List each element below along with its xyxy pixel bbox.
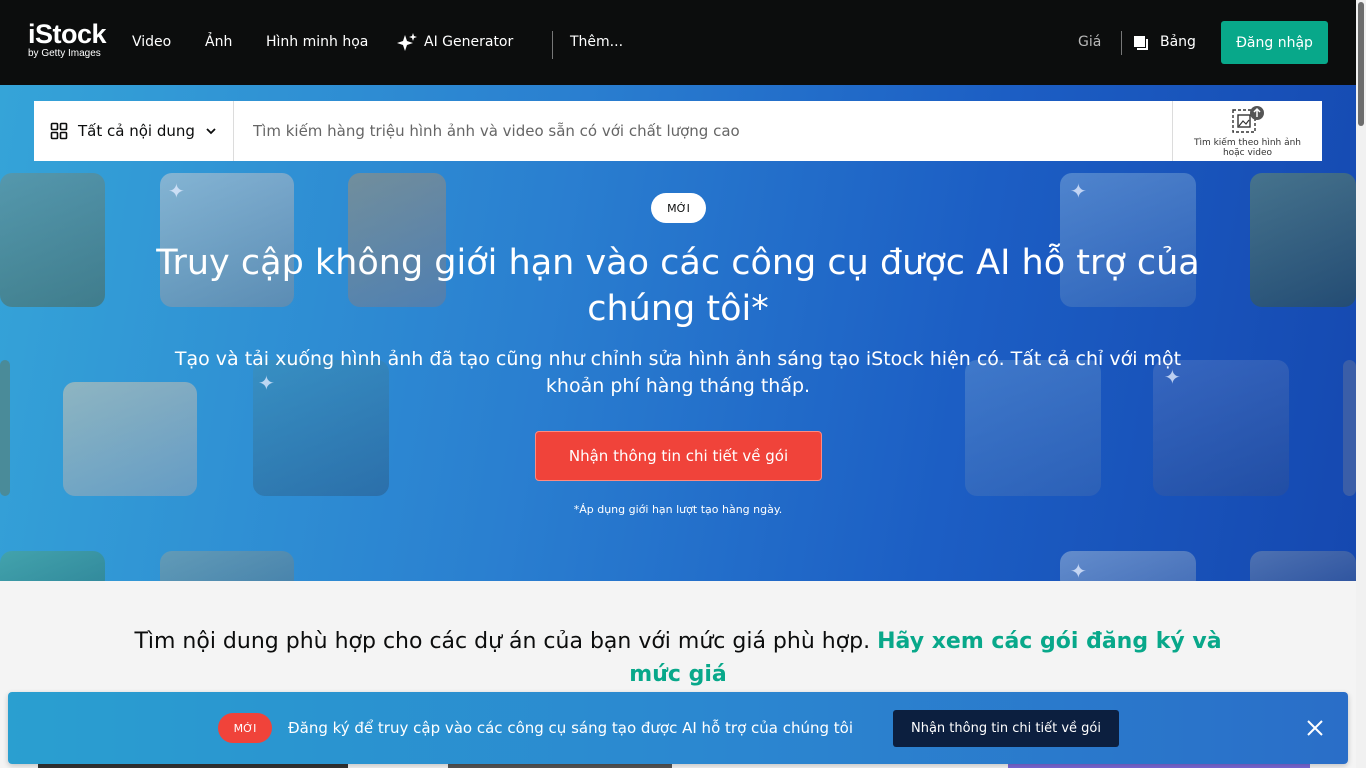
nav-boards[interactable]: Bảng (1160, 33, 1196, 51)
background-image-tile (1343, 360, 1356, 496)
grid-icon (50, 122, 68, 140)
hero-section: ✦ ✦ ✦ ✦ ✦ Tất cả nội dung Tìm kiếm hàng … (0, 85, 1356, 581)
istock-logo[interactable]: iStock by Getty Images (28, 19, 107, 59)
pricing-promo-text: Tìm nội dung phù hợp cho các dự án của b… (134, 629, 871, 654)
background-image-tile (0, 173, 105, 307)
background-image-tile (1250, 173, 1356, 307)
nav-divider (1121, 31, 1122, 55)
logo-subtitle: by Getty Images (28, 48, 101, 59)
nav-ai-generator[interactable]: AI Generator (424, 33, 513, 51)
search-bar: Tất cả nội dung Tìm kiếm theo hình ảnh h… (34, 101, 1322, 161)
background-image-tile (0, 551, 105, 581)
visual-search-button[interactable]: Tìm kiếm theo hình ảnh hoặc video (1172, 101, 1322, 161)
new-badge: MỚI (651, 193, 706, 223)
search-input[interactable] (234, 101, 1172, 161)
content-type-label: Tất cả nội dung (78, 122, 195, 140)
board-icon (1134, 36, 1148, 50)
banner-text: Đăng ký để truy cập vào các công cụ sáng… (288, 719, 854, 737)
hero-title: Truy cập không giới hạn vào các công cụ … (156, 243, 1200, 329)
sparkle-icon: ✦ (1070, 179, 1087, 203)
sparkle-icon: ✦ (1070, 559, 1087, 581)
background-image-tile (1250, 551, 1356, 581)
banner-new-badge: MỚI (218, 713, 272, 743)
image-upload-icon (1231, 105, 1264, 133)
nav-divider (552, 31, 553, 59)
nav-video[interactable]: Video (132, 33, 171, 51)
sparkle-icon: ✦ (168, 179, 185, 203)
scrollbar-thumb[interactable] (1358, 2, 1364, 126)
nav-pricing[interactable]: Giá (1078, 33, 1101, 51)
banner-plan-details-button[interactable]: Nhận thông tin chi tiết về gói (893, 710, 1119, 747)
login-button[interactable]: Đăng nhập (1221, 21, 1328, 64)
content-type-filter[interactable]: Tất cả nội dung (34, 101, 234, 161)
page-scrollbar[interactable] (1356, 0, 1366, 768)
nav-photo[interactable]: Ảnh (205, 33, 232, 51)
logo-wordmark: iStock (28, 19, 107, 49)
ai-promo-banner: MỚI Đăng ký để truy cập vào các công cụ … (8, 692, 1348, 764)
top-nav-bar: iStock by Getty Images Video Ảnh Hình mi… (0, 0, 1366, 85)
hero-subtitle: Tạo và tải xuống hình ảnh đã tạo cũng nh… (174, 348, 1182, 397)
visual-search-label: Tìm kiếm theo hình ảnh hoặc video (1193, 137, 1302, 158)
nav-more[interactable]: Thêm... (570, 33, 623, 51)
pricing-promo: Tìm nội dung phù hợp cho các dự án của b… (130, 625, 1226, 691)
nav-illustration[interactable]: Hình minh họa (266, 33, 368, 51)
close-icon[interactable] (1304, 717, 1326, 739)
background-image-tile (160, 551, 294, 581)
ai-sparkle-icon (397, 33, 417, 51)
background-image-tile (0, 360, 10, 496)
chevron-down-icon (206, 128, 216, 135)
hero-footnote: *Áp dụng giới hạn lượt tạo hàng ngày. (573, 503, 783, 516)
plan-details-button[interactable]: Nhận thông tin chi tiết về gói (535, 431, 822, 481)
